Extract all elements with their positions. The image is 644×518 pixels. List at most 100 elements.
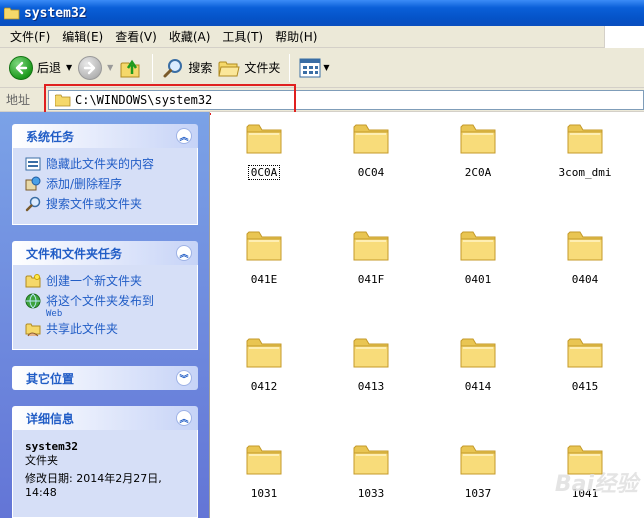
folder-up-icon xyxy=(120,59,140,77)
folders-label: 文件夹 xyxy=(244,61,281,75)
menu-tools[interactable]: 工具(T) xyxy=(216,27,269,47)
task-publish-web[interactable]: 将这个文件夹发布到 Web xyxy=(25,293,197,321)
details-header[interactable]: 详细信息 ︽ xyxy=(12,406,198,430)
chevron-down-icon[interactable]: ▼ xyxy=(107,63,113,72)
folder-item[interactable]: 0415 xyxy=(535,332,635,393)
task-label: 将这个文件夹发布到 Web xyxy=(46,293,154,319)
highlight-box xyxy=(44,84,296,115)
collapse-icon[interactable]: ︽ xyxy=(176,128,192,144)
collapse-icon[interactable]: ︽ xyxy=(176,245,192,261)
menu-view[interactable]: 查看(V) xyxy=(109,27,163,47)
folder-item[interactable]: 0413 xyxy=(321,332,421,393)
folder-item[interactable]: 1031 xyxy=(214,439,314,500)
task-search-files[interactable]: 搜索文件或文件夹 xyxy=(25,196,197,216)
new-folder-icon xyxy=(25,274,41,288)
folder-item[interactable]: 041E xyxy=(214,225,314,286)
details-title: 详细信息 xyxy=(26,411,75,426)
folder-icon xyxy=(4,7,20,19)
folder-icon xyxy=(460,338,496,368)
folder-icon xyxy=(460,445,496,475)
chevron-down-icon[interactable]: ▼ xyxy=(323,63,329,72)
views-icon xyxy=(299,58,321,77)
folder-icon xyxy=(567,231,603,261)
task-label: 添加/删除程序 xyxy=(46,177,123,191)
details-name: system32 xyxy=(25,440,78,453)
system-tasks-body: 隐藏此文件夹的内容 添加/删除程序 搜索文件或文件夹 xyxy=(12,148,198,225)
folder-icon xyxy=(353,124,389,154)
folder-icon xyxy=(460,231,496,261)
title-bar: system32 xyxy=(0,0,644,26)
details-modified: 修改日期: 2014年2月27日, xyxy=(25,472,162,485)
hide-contents-icon xyxy=(25,157,41,171)
watermark: Bai经验 xyxy=(554,472,638,497)
folder-item[interactable]: 0401 xyxy=(428,225,528,286)
folder-name: 1037 xyxy=(464,487,492,500)
chevron-down-icon[interactable]: ▼ xyxy=(66,63,72,72)
task-label: 隐藏此文件夹的内容 xyxy=(46,157,155,171)
task-hide-contents[interactable]: 隐藏此文件夹的内容 xyxy=(25,156,197,176)
search-button[interactable]: 搜索 xyxy=(159,52,215,84)
folder-name: 0414 xyxy=(464,380,492,393)
folder-icon xyxy=(353,338,389,368)
folder-icon xyxy=(246,338,282,368)
folder-icon xyxy=(353,231,389,261)
menu-favorites[interactable]: 收藏(A) xyxy=(163,27,217,47)
folder-name: 0415 xyxy=(571,380,599,393)
back-label: 后退 xyxy=(37,61,62,75)
collapse-icon[interactable]: ︽ xyxy=(176,410,192,426)
views-button[interactable]: ▼ xyxy=(296,52,332,84)
folder-item[interactable]: 0414 xyxy=(428,332,528,393)
task-add-remove-programs[interactable]: 添加/删除程序 xyxy=(25,176,197,196)
file-folder-tasks-body: 创建一个新文件夹 将这个文件夹发布到 Web 共享此文件夹 xyxy=(12,265,198,350)
search-icon xyxy=(25,196,41,212)
folders-button[interactable]: 文件夹 xyxy=(215,52,283,84)
file-folder-tasks-header[interactable]: 文件和文件夹任务 ︽ xyxy=(12,241,198,265)
other-places-header[interactable]: 其它位置 ︾ xyxy=(12,366,198,390)
folder-name: 1033 xyxy=(357,487,385,500)
folder-item[interactable]: 1037 xyxy=(428,439,528,500)
folder-icon xyxy=(567,338,603,368)
folder-item[interactable]: 041F xyxy=(321,225,421,286)
toolbar-separator xyxy=(289,53,291,82)
folder-name: 3com_dmi xyxy=(558,166,612,179)
toolbar: 后退 ▼ ▼ 搜索 文件夹 ▼ xyxy=(0,48,644,88)
details-body: system32 文件夹 修改日期: 2014年2月27日, 14:48 xyxy=(12,430,198,518)
globe-icon xyxy=(25,293,41,309)
task-new-folder[interactable]: 创建一个新文件夹 xyxy=(25,273,197,293)
file-folder-tasks-title: 文件和文件夹任务 xyxy=(26,246,123,261)
forward-button[interactable]: ▼ xyxy=(75,52,116,84)
up-button[interactable] xyxy=(116,52,146,84)
folder-item[interactable]: 3com_dmi xyxy=(535,118,635,179)
menu-bar: 文件(F) 编辑(E) 查看(V) 收藏(A) 工具(T) 帮助(H) xyxy=(0,26,644,48)
details-modified-time: 14:48 xyxy=(25,486,57,499)
folders-icon xyxy=(218,61,240,76)
other-places-title: 其它位置 xyxy=(26,371,75,386)
menu-edit[interactable]: 编辑(E) xyxy=(56,27,109,47)
folder-item[interactable]: 0C0A xyxy=(214,118,314,180)
menu-help[interactable]: 帮助(H) xyxy=(269,27,323,47)
folder-name: 041E xyxy=(250,273,278,286)
other-places-panel: 其它位置 ︾ xyxy=(12,366,198,390)
folder-item[interactable]: 0412 xyxy=(214,332,314,393)
folder-name: 0404 xyxy=(571,273,599,286)
task-share-folder[interactable]: 共享此文件夹 xyxy=(25,321,197,341)
folder-item[interactable]: 0C04 xyxy=(321,118,421,179)
folder-item[interactable]: 2C0A xyxy=(428,118,528,179)
back-button[interactable]: 后退 ▼ xyxy=(6,52,75,84)
system-tasks-header[interactable]: 系统任务 ︽ xyxy=(12,124,198,148)
folder-item[interactable]: 1033 xyxy=(321,439,421,500)
back-arrow-icon xyxy=(9,55,33,80)
expand-icon[interactable]: ︾ xyxy=(176,370,192,386)
toolbar-separator xyxy=(152,53,154,82)
folder-item[interactable]: 0404 xyxy=(535,225,635,286)
folder-icon xyxy=(246,124,282,154)
folder-name: 0412 xyxy=(250,380,278,393)
folder-name: 1031 xyxy=(250,487,278,500)
search-icon xyxy=(163,58,183,77)
file-folder-tasks-panel: 文件和文件夹任务 ︽ 创建一个新文件夹 将这个文件夹发布到 Web 共享此文件夹 xyxy=(12,241,198,350)
task-label: 共享此文件夹 xyxy=(46,322,119,336)
folder-name: 0413 xyxy=(357,380,385,393)
menu-file[interactable]: 文件(F) xyxy=(4,27,56,47)
folder-icon xyxy=(246,445,282,475)
add-remove-programs-icon xyxy=(25,176,41,191)
